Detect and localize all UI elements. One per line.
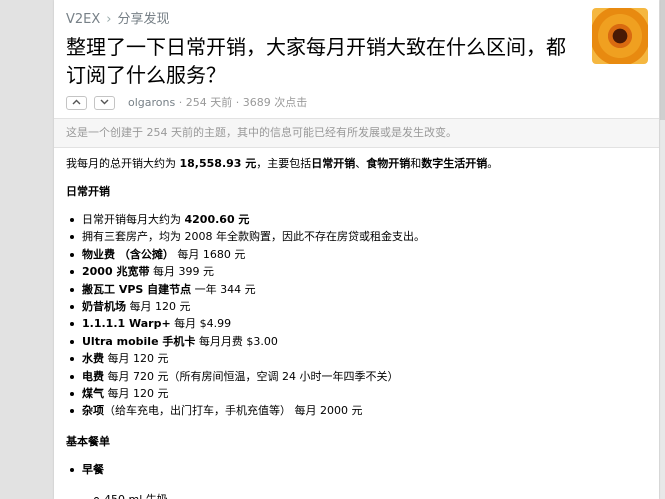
meal-sublist: 450 ml 牛奶 [94,491,168,499]
topic-meta: olgarons · 254 天前 · 3689 次点击 [66,94,307,110]
list-item: 搬瓦工 VPS 自建节点 一年 344 元 [66,281,425,298]
breadcrumb-node-link[interactable]: 分享发现 [118,12,170,27]
list-item: 早餐 [66,461,104,478]
topic-content: 我每月的总开销大约为 18,558.93 元，主要包括日常开销、食物开销和数字生… [66,155,651,499]
topic-stats: · 254 天前 · 3689 次点击 [175,96,308,109]
downvote-icon [100,99,109,105]
list-item: 日常开销每月大约为 4200.60 元 [66,211,425,228]
list-item: 拥有三套房产，均为 2008 年全款购置，因此不存在房贷或租金支出。 [66,228,425,245]
list-item: 水费 每月 120 元 [66,350,425,367]
intro-paragraph: 我每月的总开销大约为 18,558.93 元，主要包括日常开销、食物开销和数字生… [66,157,499,170]
list-item: Ultra mobile 手机卡 每月月费 $3.00 [66,333,425,350]
section-heading-meals: 基本餐单 [66,435,110,448]
topic-panel: V2EX › 分享发现 整理了一下日常开销，大家每月开销大致在什么区间，都订阅了什么… [54,0,659,499]
section-heading-daily: 日常开销 [66,185,110,198]
meal-list: 早餐 [66,461,104,478]
scrollbar-thumb[interactable] [660,0,665,120]
upvote-icon [72,99,81,105]
breadcrumb-separator: › [106,12,112,27]
expense-list: 日常开销每月大约为 4200.60 元 拥有三套房产，均为 2008 年全款购置… [66,211,425,420]
page-scrollbar[interactable] [660,0,665,499]
list-item: 杂项（给车充电，出门打车，手机充值等） 每月 2000 元 [66,402,425,419]
list-item: 物业费 （含公摊） 每月 1680 元 [66,246,425,263]
author-avatar[interactable] [592,8,648,64]
upvote-button[interactable] [66,96,87,110]
list-item: 电费 每月 720 元（所有房间恒温，空调 24 小时一年四季不关） [66,368,425,385]
list-item: 2000 兆宽带 每月 399 元 [66,263,425,280]
outdated-notice: 这是一个创建于 254 天前的主题，其中的信息可能已经有所发展或是发生改变。 [54,118,659,148]
downvote-button[interactable] [94,96,115,110]
breadcrumb-site-link[interactable]: V2EX [66,12,100,27]
breadcrumb: V2EX › 分享发现 [66,8,170,27]
list-item: 奶昔机场 每月 120 元 [66,298,425,315]
list-item: 煤气 每月 120 元 [66,385,425,402]
list-item: 450 ml 牛奶 [94,491,168,499]
author-link[interactable]: olgarons [128,96,175,109]
topic-title: 整理了一下日常开销，大家每月开销大致在什么区间，都订阅了什么服务？ [66,35,566,87]
list-item: 1.1.1.1 Warp+ 每月 $4.99 [66,315,425,332]
